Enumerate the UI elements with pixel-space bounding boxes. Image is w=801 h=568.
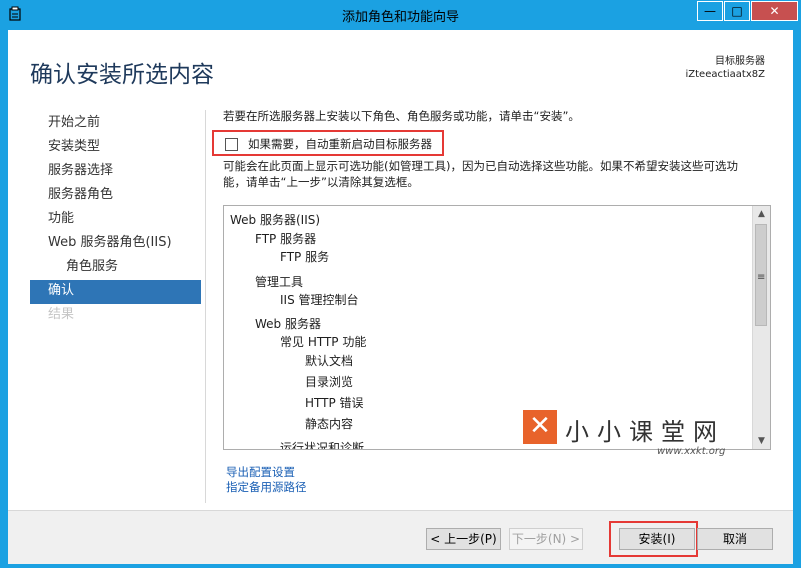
restart-checkbox-label[interactable]: 如果需要，自动重新启动目标服务器 [248,136,432,152]
wizard-footer: < 上一步(P) 下一步(N) > 安装(I) 取消 [8,510,793,565]
nav-item-features[interactable]: 功能 [30,208,201,232]
description-line: 可能会在此页面上显示可选功能(如管理工具)，因为已自动选择这些功能。如果不希望安… [223,159,738,173]
target-server-name: iZteeactiaatx8Z [685,69,766,80]
cancel-button[interactable]: 取消 [697,528,773,550]
minimize-button[interactable]: — [697,1,723,21]
tree-item: Web 服务器(IIS) [230,213,321,227]
optional-features-description: 可能会在此页面上显示可选功能(如管理工具)，因为已自动选择这些功能。如果不希望安… [223,158,783,190]
nav-item-role-services[interactable]: 角色服务 [30,256,201,280]
tree-item: HTTP 错误 [305,396,364,410]
nav-item-confirmation[interactable]: 确认 [30,280,201,304]
nav-item-server-roles[interactable]: 服务器角色 [30,184,201,208]
nav-item-web-server-role[interactable]: Web 服务器角色(IIS) [30,232,201,256]
install-button[interactable]: 安装(I) [619,528,695,550]
tree-item: 默认文档 [305,354,354,368]
intro-text: 若要在所选服务器上安装以下角色、角色服务或功能，请单击“安装”。 [223,109,580,123]
vertical-scrollbar[interactable]: ▲ ≡ ▼ [752,206,770,449]
export-settings-link[interactable]: 导出配置设置 [226,465,307,480]
tree-item: Web 服务器 [255,317,321,331]
description-line: 能，请单击“上一步”以清除其复选框。 [223,175,419,189]
tree-item: 运行状况和诊断 [280,441,365,450]
wizard-nav: 开始之前 安装类型 服务器选择 服务器角色 功能 Web 服务器角色(IIS) … [30,112,201,328]
nav-item-installation-type[interactable]: 安装类型 [30,136,201,160]
tree-item: 静态内容 [305,417,354,431]
window-frame-bottom [0,564,801,568]
scroll-down-icon[interactable]: ▼ [753,433,770,449]
page-title: 确认安装所选内容 [30,62,214,88]
target-server-info: 目标服务器 iZteeactiaatx8Z [686,55,766,81]
nav-divider [205,110,206,503]
previous-button[interactable]: < 上一步(P) [426,528,501,550]
grip-icon: ≡ [757,272,766,283]
restart-checkbox[interactable] [225,138,238,151]
alternate-source-link[interactable]: 指定备用源路径 [226,480,307,495]
selection-summary-list[interactable]: Web 服务器(IIS) FTP 服务器 FTP 服务 管理工具 IIS 管理控… [223,205,771,450]
tree-item: FTP 服务 [280,250,330,264]
window-frame-left [0,30,8,568]
tree-item: FTP 服务器 [255,232,317,246]
tree-item: 目录浏览 [305,375,354,389]
scroll-up-icon[interactable]: ▲ [753,206,770,222]
nav-item-server-selection[interactable]: 服务器选择 [30,160,201,184]
close-button[interactable]: ✕ [751,1,798,21]
links-area: 导出配置设置 指定备用源路径 [226,465,307,495]
tree-item: IIS 管理控制台 [280,293,359,307]
nav-item-before-you-begin[interactable]: 开始之前 [30,112,201,136]
window-title: 添加角色和功能向导 [341,10,459,25]
tree-item: 常见 HTTP 功能 [280,335,367,349]
tree-item: 管理工具 [255,275,304,289]
window-frame-right [793,30,801,568]
maximize-button[interactable]: □ [724,1,750,21]
title-bar: 添加角色和功能向导 — □ ✕ [0,0,801,30]
nav-item-results: 结果 [48,307,75,322]
next-button: 下一步(N) > [509,528,583,550]
restart-highlight-box: 如果需要，自动重新启动目标服务器 [212,130,444,156]
target-server-label: 目标服务器 [715,56,765,67]
